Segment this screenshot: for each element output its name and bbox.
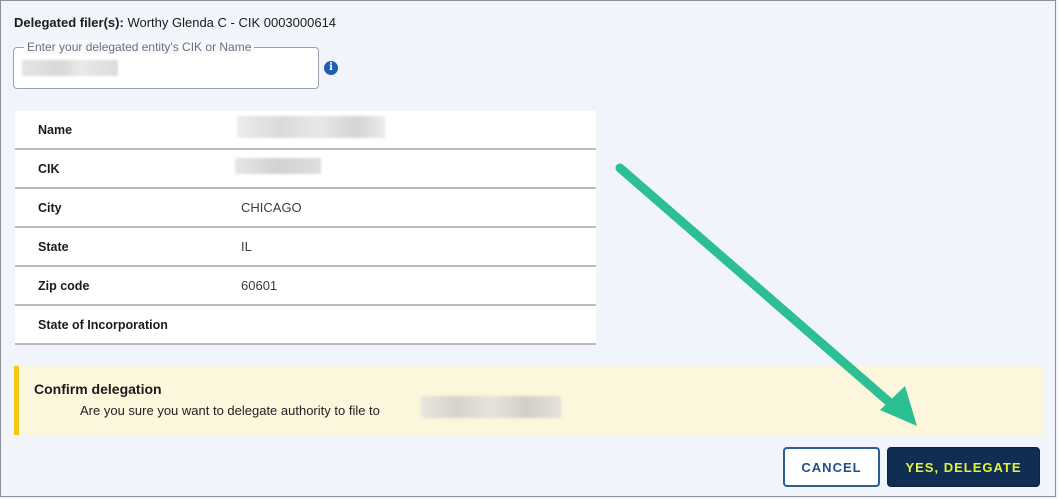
- redacted-entity-name: [421, 396, 561, 418]
- table-row-name: Name: [15, 111, 596, 150]
- delegated-filers-line: Delegated filer(s): Worthy Glenda C - CI…: [14, 15, 336, 30]
- entity-details-table: Name CIK City CHICAGO State IL Zip code …: [15, 111, 596, 345]
- row-label: Zip code: [38, 279, 90, 293]
- table-row-state: State IL: [15, 228, 596, 267]
- row-label: Name: [38, 123, 73, 137]
- confirm-title: Confirm delegation: [34, 381, 162, 397]
- entity-search-input[interactable]: [20, 58, 316, 84]
- table-row-cik: CIK: [15, 150, 596, 189]
- confirm-delegation-alert: Confirm delegation Are you sure you want…: [14, 366, 1043, 435]
- entity-search-field[interactable]: Enter your delegated entity's CIK or Nam…: [13, 40, 319, 89]
- row-label: CIK: [38, 162, 60, 176]
- table-row-city: City CHICAGO: [15, 189, 596, 228]
- confirm-message: Are you sure you want to delegate author…: [80, 403, 380, 418]
- row-value: CHICAGO: [241, 200, 302, 215]
- row-label: State: [38, 240, 69, 254]
- table-row-zip: Zip code 60601: [15, 267, 596, 306]
- delegated-value: Worthy Glenda C - CIK 0003000614: [127, 15, 337, 30]
- row-label: City: [38, 201, 62, 215]
- row-label: State of Incorporation: [38, 318, 168, 332]
- redacted-cik: [235, 158, 321, 174]
- row-value: 60601: [241, 278, 278, 293]
- info-icon[interactable]: i: [324, 61, 338, 75]
- delegated-label: Delegated filer(s):: [14, 15, 124, 30]
- redacted-name: [237, 116, 385, 138]
- yes-delegate-button[interactable]: YES, DELEGATE: [887, 447, 1040, 487]
- entity-search-legend: Enter your delegated entity's CIK or Nam…: [24, 40, 255, 54]
- row-value: IL: [241, 239, 252, 254]
- cancel-button[interactable]: CANCEL: [783, 447, 880, 487]
- table-row-incorporation: State of Incorporation: [15, 306, 596, 345]
